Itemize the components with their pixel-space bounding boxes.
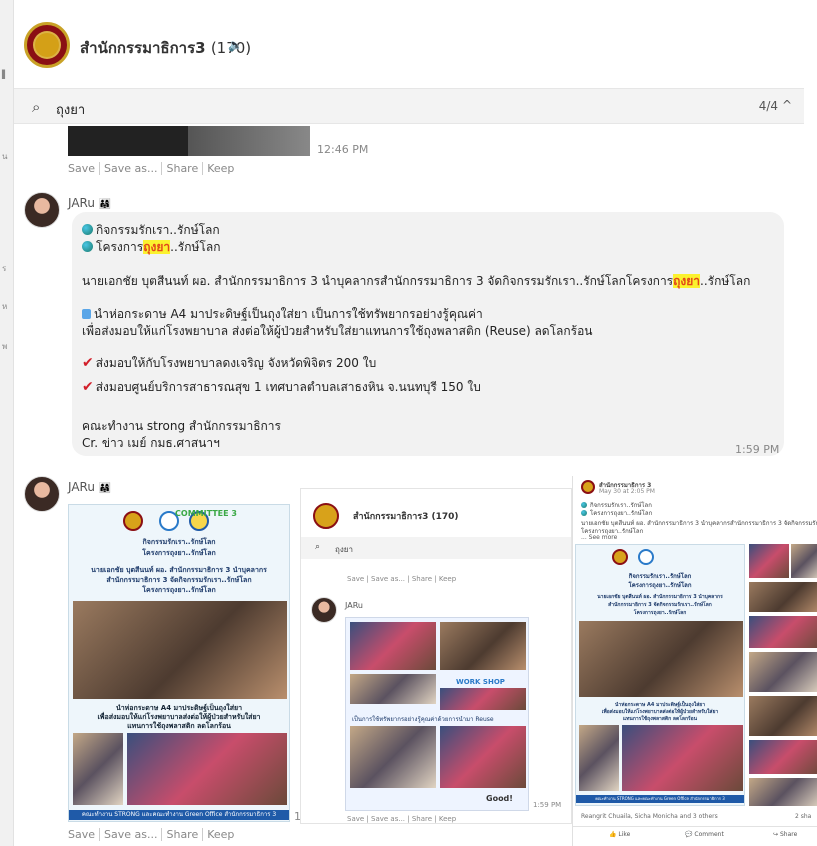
photo-thumb (749, 652, 817, 692)
keep-link[interactable]: Keep (203, 828, 238, 841)
nested-chat-screenshot[interactable]: สำนักกรรมาธิการ3 (170) ⌕ ถุงยา Save | Sa… (300, 488, 572, 824)
share-link[interactable]: Share (162, 162, 204, 175)
sender-name: JARu 👨‍👩‍👧 (68, 196, 112, 210)
check-mark-icon: ✔ (82, 379, 94, 395)
poster-image: กิจกรรมรักเรา..รักษ์โลก โครงการถุงยา..รั… (575, 544, 745, 806)
committee-label: COMMITTEE 3 (175, 509, 237, 518)
photo-thumb (749, 544, 789, 578)
message-actions: Save Save as... Share Keep (68, 162, 238, 175)
search-input[interactable]: ถุงยา (56, 99, 85, 120)
globe-icon (82, 241, 93, 252)
share-icon: ↪ (773, 831, 779, 838)
chevron-up-icon[interactable]: ^ (782, 98, 792, 112)
search-icon: ⌕ (32, 98, 41, 116)
workshop-collage: WORK SHOP เป็นการใช้ทรัพยากรอย่างรู้คุณค… (345, 617, 529, 811)
chat-name: สำนักกรรมาธิการ3 (80, 39, 206, 57)
sender-avatar[interactable] (24, 192, 60, 228)
photo-thumb (749, 616, 817, 648)
comment-button[interactable]: 💬 Comment (685, 831, 724, 838)
search-highlight: ถุงยา (673, 274, 701, 288)
photo-thumb (749, 582, 817, 612)
poster-footer: คณะทำงาน STRONG และคณะทำงาน Green Office… (69, 810, 289, 820)
emblem-icon (33, 31, 61, 59)
photo (127, 733, 287, 805)
reactions-summary[interactable]: Reangrit Chuaila, Sicha Monicha and 3 ot… (581, 813, 718, 820)
keep-link[interactable]: Keep (203, 162, 238, 175)
share-link[interactable]: Share (162, 828, 204, 841)
nested-search-bar: ⌕ ถุงยา (301, 537, 571, 559)
parliament-seal-icon (123, 511, 143, 531)
thumbs-up-icon: 👍 (609, 831, 617, 838)
photo-thumb (749, 740, 817, 774)
comment-icon: 💬 (685, 831, 693, 838)
globe-icon (82, 224, 93, 235)
message-time: 1:59 PM (735, 443, 780, 456)
photo-thumb (749, 696, 817, 736)
group-avatar (313, 503, 339, 529)
bag-icon (82, 309, 91, 319)
share-button[interactable]: ↪ Share (773, 831, 797, 838)
save-link[interactable]: Save (68, 162, 101, 175)
check-mark-icon: ✔ (82, 355, 94, 371)
message-line: ✔ ส่งมอบให้กับโรงพยาบาลดงเจริญ จังหวัดพิจ… (82, 355, 377, 371)
photo (73, 733, 123, 805)
search-icon: ⌕ (315, 542, 321, 552)
message-line: Cr. ข่าว เมย์ กมธ.ศาสนาฯ (82, 436, 220, 450)
save-link[interactable]: Save (68, 828, 101, 841)
save-as-link[interactable]: Save as... (100, 162, 163, 175)
left-sidebar-strip: ▌ น ร ห พ (0, 0, 14, 846)
family-badge-icon: 👨‍👩‍👧 (98, 483, 112, 494)
text-message-bubble[interactable]: กิจกรรมรักเรา..รักษ์โลก โครงการถุงยา..รั… (72, 212, 784, 456)
save-as-link[interactable]: Save as... (100, 828, 163, 841)
search-highlight: ถุงยา (143, 240, 171, 254)
group-avatar[interactable] (24, 22, 70, 68)
message-line: นายเอกชัย บุตสีนนท์ ผอ. สำนักกรรมาธิการ … (82, 274, 751, 288)
family-badge-icon: 👨‍👩‍👧 (98, 199, 112, 210)
sender-avatar (311, 597, 337, 623)
share-count: 2 sha (795, 813, 812, 820)
poster-image[interactable]: COMMITTEE 3 กิจกรรมรักเรา..รักษ์โลก โครง… (68, 504, 290, 822)
message-line: โครงการถุงยา..รักษ์โลก (82, 238, 220, 257)
facebook-post-screenshot[interactable]: สำนักกรรมาธิการ 3 May 30 at 2:05 PM กิจก… (572, 476, 817, 846)
sender-avatar[interactable] (24, 476, 60, 512)
like-button[interactable]: 👍 Like (609, 831, 630, 838)
message-line: ✔ ส่งมอบศูนย์บริการสาธารณสุข 1 เทศบาลตำบล… (82, 379, 481, 395)
speaker-muted-icon[interactable]: 🔈 (228, 38, 243, 52)
message-actions: Save Save as... Share Keep (68, 828, 238, 841)
search-result-counter: 4/4 (758, 99, 778, 113)
previous-image-message[interactable] (68, 126, 310, 156)
message-time: 1 (294, 810, 301, 823)
search-bar[interactable]: ⌕ ถุงยา 4/4 ^ (14, 88, 804, 124)
photo-thumb (791, 544, 817, 578)
see-more-link[interactable]: ... See more (581, 534, 617, 541)
chat-header: สำนักกรรมาธิการ3 (170) 🔈 (14, 0, 817, 86)
sender-name: JARu 👨‍👩‍👧 (68, 480, 112, 494)
message-line: เพื่อส่งมอบให้แก่โรงพยาบาล ส่งต่อให้ผู้ป… (82, 324, 593, 338)
message-time: 12:46 PM (317, 143, 369, 156)
chat-title[interactable]: สำนักกรรมาธิการ3 (170) (80, 36, 251, 60)
photo-thumb (749, 778, 817, 806)
group-photo (73, 601, 287, 699)
page-avatar (581, 480, 595, 494)
